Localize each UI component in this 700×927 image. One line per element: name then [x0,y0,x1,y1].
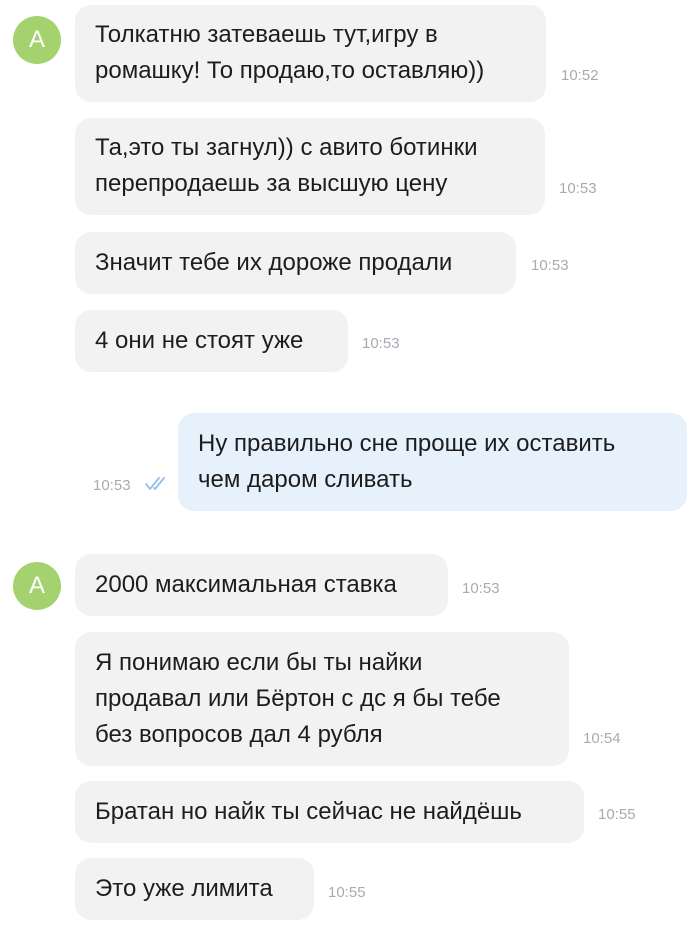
message-text-line: продавал или Бёртон с дс я бы тебе [95,685,501,712]
message-timestamp: 10:53 [559,180,597,197]
message-text-line: Толкатню затеваешь тут,игру в [95,21,438,48]
message-text-line: Я понимаю если бы ты найки [95,649,423,676]
message-text-line: Ну правильно сне проще их оставить [198,430,616,457]
message-bubble-incoming[interactable]: 4 они не стоят уже [75,310,348,372]
message-bubble-incoming[interactable]: Толкатню затеваешь тут,игру в ромашку! Т… [75,5,546,102]
message-timestamp: 10:53 [362,335,400,352]
message-text-line: Значит тебе их дороже продали [95,249,453,276]
message-timestamp: 10:52 [561,67,599,84]
message-text-line: Братан но найк ты сейчас не найдёшь [95,798,522,825]
message-text-line: 4 они не стоят уже [95,327,304,354]
message-timestamp: 10:53 [531,257,569,274]
message-text-line: без вопросов дал 4 рубля [95,721,383,748]
message-timestamp: 10:53 [93,477,131,494]
message-bubble-incoming[interactable]: Я понимаю если бы ты найки продавал или … [75,632,569,766]
message-text-line: перепродаешь за высшую цену [95,170,448,197]
message-bubble-incoming[interactable]: Значит тебе их дороже продали [75,232,516,294]
message-timestamp: 10:55 [598,806,636,823]
contact-avatar[interactable]: А [13,562,61,610]
message-bubble-incoming[interactable]: Та,это ты загнул)) с авито ботинки переп… [75,118,545,215]
message-timestamp: 10:54 [583,730,621,747]
message-text-line: ромашку! То продаю,то оставляю)) [95,57,485,84]
message-text-line: чем даром сливать [198,466,413,493]
contact-avatar[interactable]: А [13,16,61,64]
message-bubble-outgoing[interactable]: Ну правильно сне проще их оставить чем д… [178,413,687,511]
message-text-line: 2000 максимальная ставка [95,571,397,598]
message-bubble-incoming[interactable]: Это уже лимита [75,858,314,920]
message-bubble-incoming[interactable]: 2000 максимальная ставка [75,554,448,616]
message-text-line: Та,это ты загнул)) с авито ботинки [95,134,478,161]
message-bubble-incoming[interactable]: Братан но найк ты сейчас не найдёшь [75,781,584,843]
read-double-check-icon [145,477,165,490]
message-timestamp: 10:53 [462,580,500,597]
chat-history: А Толкатню затеваешь тут,игру в ромашку!… [0,0,700,927]
message-text-line: Это уже лимита [95,875,273,902]
message-timestamp: 10:55 [328,884,366,901]
